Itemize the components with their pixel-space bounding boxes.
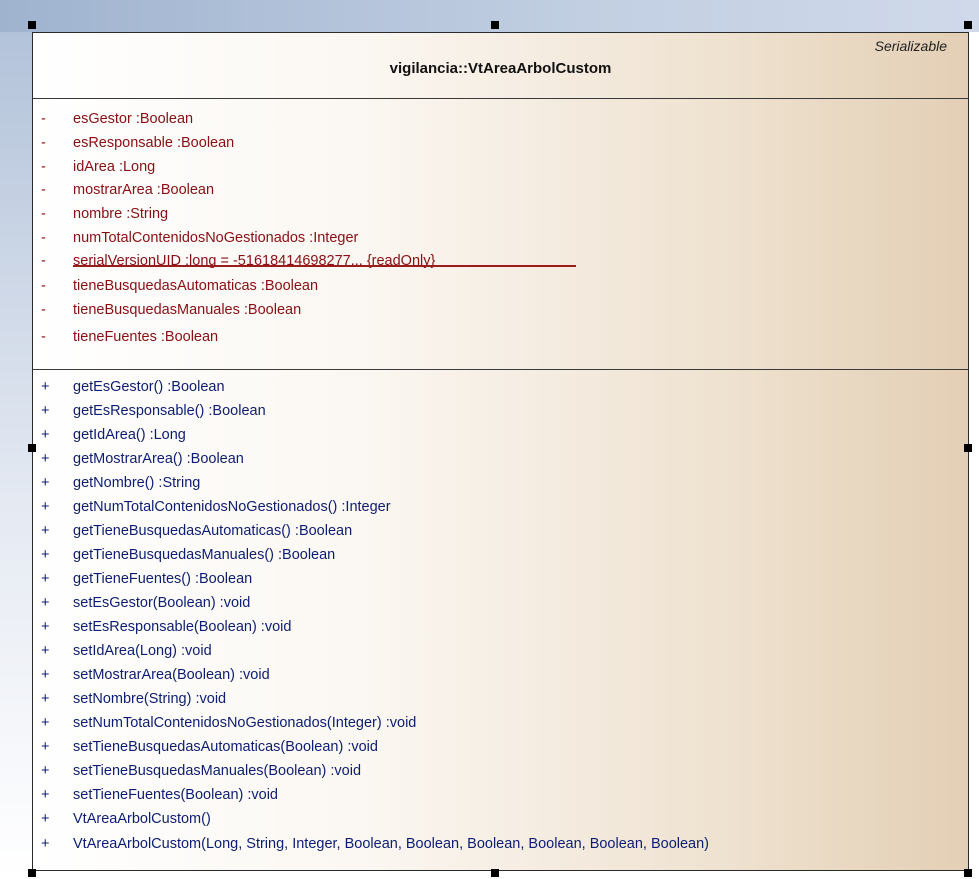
- resize-handle-bottom[interactable]: [491, 869, 499, 877]
- visibility-marker: +: [41, 691, 50, 707]
- operation-text: getNumTotalContenidosNoGestionados() :In…: [73, 499, 391, 515]
- attribute-text: esResponsable :Boolean: [73, 135, 235, 151]
- visibility-marker: +: [41, 379, 50, 395]
- operations-compartment: + getEsGestor() :Boolean + getEsResponsa…: [33, 369, 968, 872]
- selection-band-top: [0, 0, 979, 32]
- operation-text: setTieneFuentes(Boolean) :void: [73, 787, 278, 803]
- operation-text: getMostrarArea() :Boolean: [73, 451, 244, 467]
- operation-text: getNombre() :String: [73, 475, 201, 491]
- visibility-marker: +: [41, 619, 50, 635]
- visibility-marker: +: [41, 787, 50, 803]
- operation-text: setIdArea(Long) :void: [73, 643, 212, 659]
- visibility-marker: +: [41, 739, 50, 755]
- operation-text: getTieneBusquedasManuales() :Boolean: [73, 547, 336, 563]
- visibility-marker: -: [41, 253, 46, 269]
- visibility-marker: +: [41, 547, 50, 563]
- operation-text: getIdArea() :Long: [73, 427, 186, 443]
- resize-handle-top[interactable]: [491, 21, 499, 29]
- uml-class-box[interactable]: Serializable vigilancia::VtAreaArbolCust…: [32, 32, 969, 871]
- visibility-marker: -: [41, 206, 46, 222]
- visibility-marker: -: [41, 135, 46, 151]
- attributes-compartment: - esGestor :Boolean - esResponsable :Boo…: [33, 98, 968, 370]
- attribute-text: tieneBusquedasManuales :Boolean: [73, 302, 302, 318]
- visibility-marker: -: [41, 278, 46, 294]
- resize-handle-bottom-left[interactable]: [28, 869, 36, 877]
- visibility-marker: -: [41, 182, 46, 198]
- operation-text: setTieneBusquedasManuales(Boolean) :void: [73, 763, 362, 779]
- visibility-marker: +: [41, 451, 50, 467]
- resize-handle-top-right[interactable]: [964, 21, 972, 29]
- visibility-marker: +: [41, 763, 50, 779]
- operation-text: setTieneBusquedasAutomaticas(Boolean) :v…: [73, 739, 378, 755]
- visibility-marker: +: [41, 667, 50, 683]
- operation-text: VtAreaArbolCustom(): [73, 811, 211, 827]
- operation-text: setNombre(String) :void: [73, 691, 227, 707]
- visibility-marker: +: [41, 643, 50, 659]
- visibility-marker: +: [41, 523, 50, 539]
- attribute-text: idArea :Long: [73, 159, 156, 175]
- resize-handle-right[interactable]: [964, 444, 972, 452]
- class-stereotype: Serializable: [874, 38, 947, 54]
- visibility-marker: +: [41, 475, 50, 491]
- visibility-marker: +: [41, 836, 50, 852]
- operation-text: getEsResponsable() :Boolean: [73, 403, 266, 419]
- visibility-marker: +: [41, 499, 50, 515]
- visibility-marker: +: [41, 403, 50, 419]
- attribute-text: numTotalContenidosNoGestionados :Integer: [73, 230, 359, 246]
- operation-text: getTieneBusquedasAutomaticas() :Boolean: [73, 523, 353, 539]
- attribute-text: serialVersionUID :long = -51618414698277…: [73, 253, 436, 269]
- resize-handle-left[interactable]: [28, 444, 36, 452]
- resize-handle-top-left[interactable]: [28, 21, 36, 29]
- selection-band-left: [0, 32, 32, 879]
- operation-text: setEsResponsable(Boolean) :void: [73, 619, 292, 635]
- operation-text: getTieneFuentes() :Boolean: [73, 571, 253, 587]
- visibility-marker: -: [41, 111, 46, 127]
- attribute-text: esGestor :Boolean: [73, 111, 194, 127]
- operation-text: setEsGestor(Boolean) :void: [73, 595, 251, 611]
- operation-text: getEsGestor() :Boolean: [73, 379, 225, 395]
- visibility-marker: -: [41, 302, 46, 318]
- visibility-marker: -: [41, 159, 46, 175]
- visibility-marker: +: [41, 571, 50, 587]
- operation-text: VtAreaArbolCustom(Long, String, Integer,…: [73, 836, 710, 852]
- operation-text: setMostrarArea(Boolean) :void: [73, 667, 270, 683]
- attribute-text: mostrarArea :Boolean: [73, 182, 215, 198]
- visibility-marker: +: [41, 715, 50, 731]
- visibility-marker: +: [41, 811, 50, 827]
- operation-text: setNumTotalContenidosNoGestionados(Integ…: [73, 715, 417, 731]
- static-underline: [73, 265, 576, 267]
- class-header: Serializable vigilancia::VtAreaArbolCust…: [33, 33, 968, 99]
- resize-handle-bottom-right[interactable]: [964, 869, 972, 877]
- visibility-marker: +: [41, 595, 50, 611]
- attribute-text: tieneBusquedasAutomaticas :Boolean: [73, 278, 319, 294]
- attribute-text: tieneFuentes :Boolean: [73, 329, 219, 345]
- visibility-marker: -: [41, 329, 46, 345]
- visibility-marker: -: [41, 230, 46, 246]
- class-name: vigilancia::VtAreaArbolCustom: [389, 60, 612, 77]
- attribute-text: nombre :String: [73, 206, 169, 222]
- visibility-marker: +: [41, 427, 50, 443]
